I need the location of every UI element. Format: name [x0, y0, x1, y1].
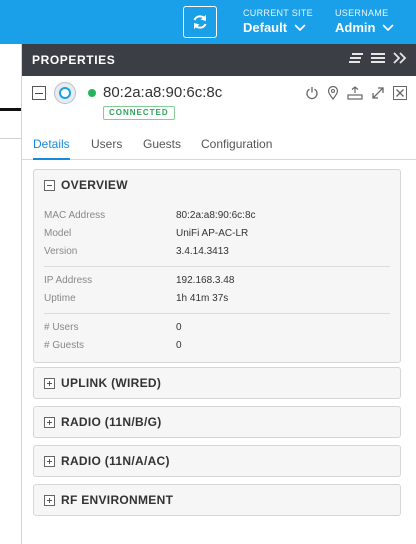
section-title: RF ENVIRONMENT	[61, 493, 174, 507]
users-count-value: 0	[176, 322, 182, 333]
tab-details[interactable]: Details	[33, 137, 70, 160]
close-icon[interactable]	[393, 86, 407, 100]
ip-address-label: IP Address	[44, 275, 93, 286]
upgrade-icon[interactable]	[347, 86, 363, 100]
chevron-down-icon	[382, 24, 395, 32]
tab-configuration[interactable]: Configuration	[201, 137, 272, 160]
uptime-label: Uptime	[44, 293, 76, 304]
collapse-icon	[44, 179, 55, 191]
username-value: Admin	[335, 20, 376, 35]
radio-ac-section[interactable]: RADIO (11N/A/AC)	[33, 445, 401, 477]
uplink-section[interactable]: UPLINK (WIRED)	[33, 367, 401, 399]
locate-pin-icon[interactable]	[327, 86, 339, 100]
panel-header: PROPERTIES	[22, 44, 416, 76]
section-title: OVERVIEW	[61, 178, 128, 192]
expand-icon	[44, 377, 55, 389]
background-list-edge	[0, 44, 21, 544]
mac-address-label: MAC Address	[44, 210, 106, 221]
uplink-header: UPLINK (WIRED)	[44, 368, 161, 398]
expand-icon[interactable]	[371, 86, 385, 100]
current-site-caption: CURRENT SITE	[243, 8, 313, 18]
divider	[0, 138, 21, 139]
radio-ac-header: RADIO (11N/A/AC)	[44, 446, 170, 476]
device-summary: 80:2a:a8:90:6c:8c CONNECTED	[22, 76, 416, 128]
chevron-down-icon	[294, 24, 306, 32]
version-value: 3.4.14.3413	[176, 246, 229, 257]
double-chevron-right-icon[interactable]	[393, 52, 407, 64]
model-value: UniFi AP-AC-LR	[176, 228, 249, 239]
rf-environment-header: RF ENVIRONMENT	[44, 485, 173, 515]
username-menu[interactable]: USERNAME Admin	[335, 8, 395, 37]
properties-panel: PROPERTIES 80:2a:a8:90:6c:8c CONNECTED D…	[21, 44, 416, 544]
divider	[0, 108, 21, 111]
guests-count-label: # Guests	[44, 340, 85, 351]
divider	[44, 266, 390, 267]
expand-icon	[44, 455, 55, 467]
panel-title: PROPERTIES	[32, 53, 116, 67]
section-title: RADIO (11N/B/G)	[61, 415, 162, 429]
current-site-value: Default	[243, 20, 288, 35]
section-title: UPLINK (WIRED)	[61, 376, 162, 390]
refresh-button[interactable]	[183, 6, 217, 38]
tab-guests[interactable]: Guests	[143, 137, 181, 160]
align-icon[interactable]	[349, 52, 363, 64]
access-point-icon	[54, 82, 76, 104]
radio-ng-header: RADIO (11N/B/G)	[44, 407, 162, 437]
tab-users[interactable]: Users	[91, 137, 122, 160]
refresh-icon	[193, 15, 207, 29]
mac-address-value: 80:2a:a8:90:6c:8c	[176, 210, 256, 221]
divider	[44, 313, 390, 314]
overview-header[interactable]: OVERVIEW	[44, 170, 128, 200]
menu-icon[interactable]	[371, 52, 385, 64]
device-name: 80:2a:a8:90:6c:8c	[103, 84, 223, 101]
expand-icon	[44, 494, 55, 506]
model-label: Model	[44, 228, 72, 239]
expand-icon	[44, 416, 55, 428]
ip-address-value: 192.168.3.48	[176, 275, 235, 286]
version-label: Version	[44, 246, 78, 257]
power-icon[interactable]	[305, 86, 319, 100]
rf-environment-section[interactable]: RF ENVIRONMENT	[33, 484, 401, 516]
radio-ng-section[interactable]: RADIO (11N/B/G)	[33, 406, 401, 438]
current-site-selector[interactable]: CURRENT SITE Default	[243, 8, 313, 37]
overview-section: OVERVIEW MAC Address 80:2a:a8:90:6c:8c M…	[33, 169, 401, 363]
status-badge: CONNECTED	[103, 106, 175, 120]
section-title: RADIO (11N/A/AC)	[61, 454, 170, 468]
properties-tabs: Details Users Guests Configuration	[22, 134, 416, 160]
status-dot	[88, 89, 96, 97]
username-caption: USERNAME	[335, 8, 389, 18]
uptime-value: 1h 41m 37s	[176, 293, 229, 304]
guests-count-value: 0	[176, 340, 182, 351]
users-count-label: # Users	[44, 322, 79, 333]
top-bar: CURRENT SITE Default USERNAME Admin	[0, 0, 416, 44]
collapse-button[interactable]	[32, 86, 46, 100]
